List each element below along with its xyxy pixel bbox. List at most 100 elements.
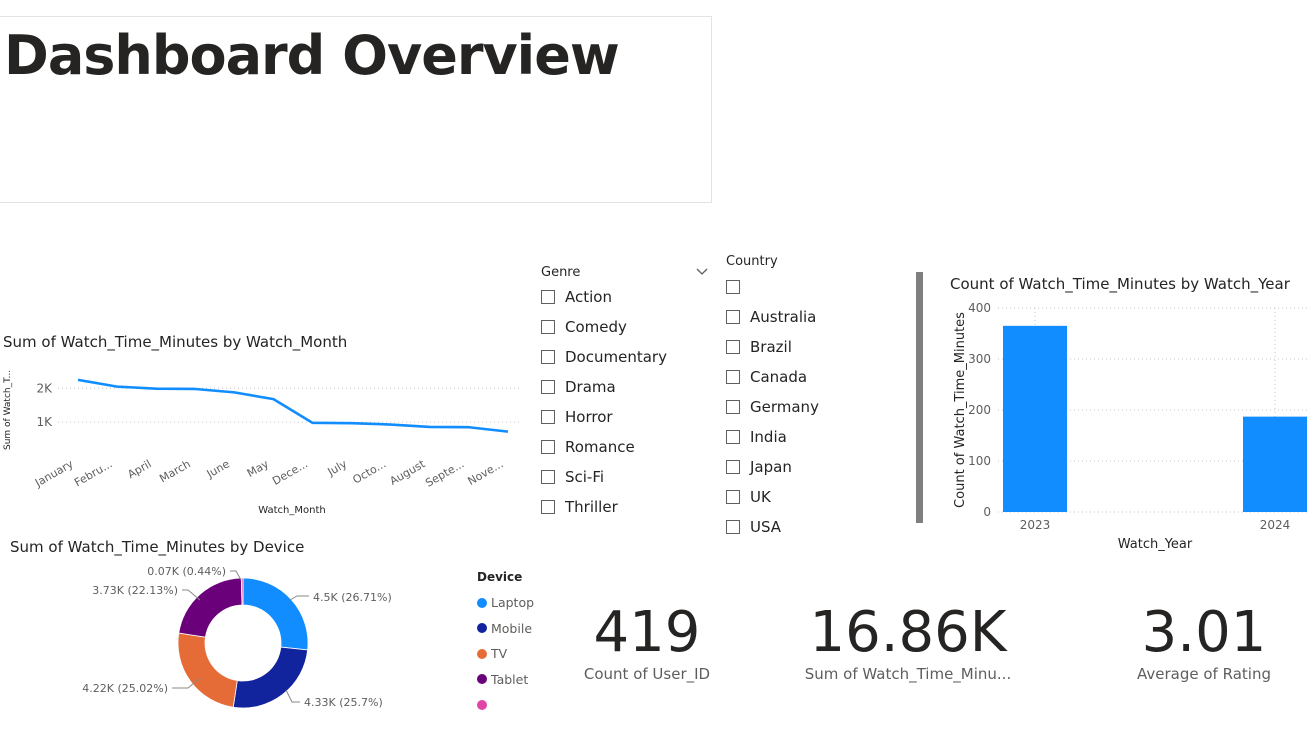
genre-slicer-item[interactable]: Romance — [541, 432, 711, 462]
x-tick-label: May — [245, 457, 272, 480]
leader-line — [285, 689, 300, 703]
checkbox[interactable] — [726, 280, 740, 294]
checkbox[interactable] — [541, 350, 555, 364]
checkbox[interactable] — [541, 380, 555, 394]
checkbox[interactable] — [541, 410, 555, 424]
x-tick-label: Octo... — [351, 457, 389, 486]
legend-item[interactable]: Mobile — [477, 616, 534, 642]
genre-slicer-item[interactable]: Thriller — [541, 492, 711, 522]
checkbox[interactable] — [541, 470, 555, 484]
checkbox[interactable] — [541, 290, 555, 304]
x-tick-label: March — [157, 457, 193, 485]
donut-slice[interactable] — [178, 577, 243, 638]
y-axis-label: Count of Watch_Time_Minutes — [953, 312, 968, 508]
legend-label: Mobile — [491, 620, 533, 636]
y-tick-label: 400 — [968, 301, 991, 315]
checkbox[interactable] — [726, 370, 740, 384]
data-label: 4.5K (26.71%) — [313, 591, 392, 604]
checkbox[interactable] — [726, 520, 740, 534]
slicer-item-label: Brazil — [750, 338, 792, 356]
donut-slice[interactable] — [240, 577, 244, 606]
genre-slicer-item[interactable]: Drama — [541, 372, 711, 402]
country-slicer-item[interactable]: Japan — [726, 452, 876, 482]
genre-slicer-item[interactable]: Action — [541, 282, 711, 312]
country-slicer-item[interactable]: Canada — [726, 362, 876, 392]
x-tick-label: July — [325, 457, 350, 479]
x-axis-label: Watch_Year — [1118, 537, 1193, 552]
y-tick-label: 1K — [36, 415, 53, 429]
legend-label: TV — [491, 646, 508, 662]
kpi-label: Count of User_ID — [583, 665, 711, 683]
genre-slicer-item[interactable]: Comedy — [541, 312, 711, 342]
slicer-item-label: India — [750, 428, 787, 446]
y-tick-label: 300 — [968, 352, 991, 366]
data-label: 4.33K (25.7%) — [304, 696, 383, 709]
line-chart-watch-month[interactable]: 1K 2K Sum of Watch_T... JanuaryFebru... Apri… — [0, 360, 530, 520]
legend-marker — [477, 648, 487, 659]
checkbox[interactable] — [726, 340, 740, 354]
bar[interactable] — [1003, 325, 1067, 512]
x-tick-label: 2024 — [1260, 518, 1291, 532]
checkbox[interactable] — [726, 400, 740, 414]
genre-slicer-item[interactable]: Horror — [541, 402, 711, 432]
x-tick-label: Dece... — [270, 457, 310, 488]
country-slicer-item[interactable] — [726, 272, 876, 302]
x-axis-label: Watch_Month — [258, 505, 325, 516]
x-tick-label: Septe... — [423, 457, 466, 489]
kpi-label: Average of Rating — [1137, 665, 1271, 683]
country-slicer-item[interactable]: Germany — [726, 392, 876, 422]
bar-chart-watch-year[interactable]: 0 100 200 300 400 2023 2024 Watch_Year Count of … — [940, 298, 1314, 556]
x-tick-label: Febru... — [72, 457, 114, 489]
checkbox[interactable] — [541, 320, 555, 334]
leader-line — [289, 595, 309, 601]
checkbox[interactable] — [541, 440, 555, 454]
country-slicer-item[interactable]: Australia — [726, 302, 876, 332]
genre-slicer[interactable]: Genre Action Comedy Documentary Drama Horror… — [541, 262, 711, 522]
country-slicer-item[interactable]: UK — [726, 482, 876, 512]
donut-chart-device[interactable]: 4.5K (26.71%) 4.33K (25.7%) 4.22K (25.02%)… — [0, 560, 470, 729]
legend-item[interactable]: Tablet — [477, 667, 534, 693]
slicer-item-label: USA — [750, 518, 782, 536]
slicer-item-label: Horror — [565, 408, 613, 426]
y-tick-label: 100 — [968, 454, 991, 468]
checkbox[interactable] — [726, 490, 740, 504]
country-slicer-item[interactable]: USA — [726, 512, 876, 542]
legend-item[interactable]: Laptop — [477, 590, 534, 616]
donut-slice[interactable] — [242, 577, 309, 651]
x-tick-label: June — [204, 457, 232, 481]
slicer-item-label: Action — [565, 288, 612, 306]
donut-slice[interactable] — [177, 632, 238, 708]
bar[interactable] — [1243, 416, 1307, 512]
legend-item[interactable] — [477, 692, 534, 718]
legend-marker — [477, 623, 487, 634]
x-tick-label: Nove... — [465, 457, 505, 488]
kpi-card-avg-rating: 3.01 Average of Rating — [1130, 600, 1278, 683]
line-series[interactable] — [77, 378, 509, 433]
data-label: 0.07K (0.44%) — [147, 565, 226, 578]
page-title: Dashboard Overview — [4, 24, 620, 87]
kpi-card-watch-time: 16.86K Sum of Watch_Time_Minu... — [800, 600, 1016, 683]
y-tick-label: 2K — [36, 381, 53, 395]
kpi-value: 419 — [593, 600, 701, 665]
x-tick-label: August — [387, 457, 427, 488]
legend-item[interactable]: TV — [477, 641, 534, 667]
country-slicer[interactable]: Country Australia Brazil Canada Germany Indi… — [726, 254, 876, 542]
country-slicer-item[interactable]: Brazil — [726, 332, 876, 362]
genre-slicer-item[interactable]: Sci-Fi — [541, 462, 711, 492]
slicer-scrollbar[interactable] — [916, 272, 923, 523]
slicer-item-label: Drama — [565, 378, 616, 396]
checkbox[interactable] — [541, 500, 555, 514]
donut-chart-title: Sum of Watch_Time_Minutes by Device — [10, 538, 305, 556]
slicer-item-label: Australia — [750, 308, 817, 326]
x-tick-label: April — [125, 457, 153, 481]
chevron-down-icon[interactable] — [695, 267, 709, 277]
checkbox[interactable] — [726, 430, 740, 444]
donut-slice[interactable] — [232, 646, 309, 709]
legend-label: Laptop — [491, 595, 535, 611]
country-slicer-header: Country — [726, 254, 778, 269]
bar-chart-title: Count of Watch_Time_Minutes by Watch_Yea… — [950, 275, 1290, 293]
checkbox[interactable] — [726, 460, 740, 474]
genre-slicer-item[interactable]: Documentary — [541, 342, 711, 372]
country-slicer-item[interactable]: India — [726, 422, 876, 452]
checkbox[interactable] — [726, 310, 740, 324]
